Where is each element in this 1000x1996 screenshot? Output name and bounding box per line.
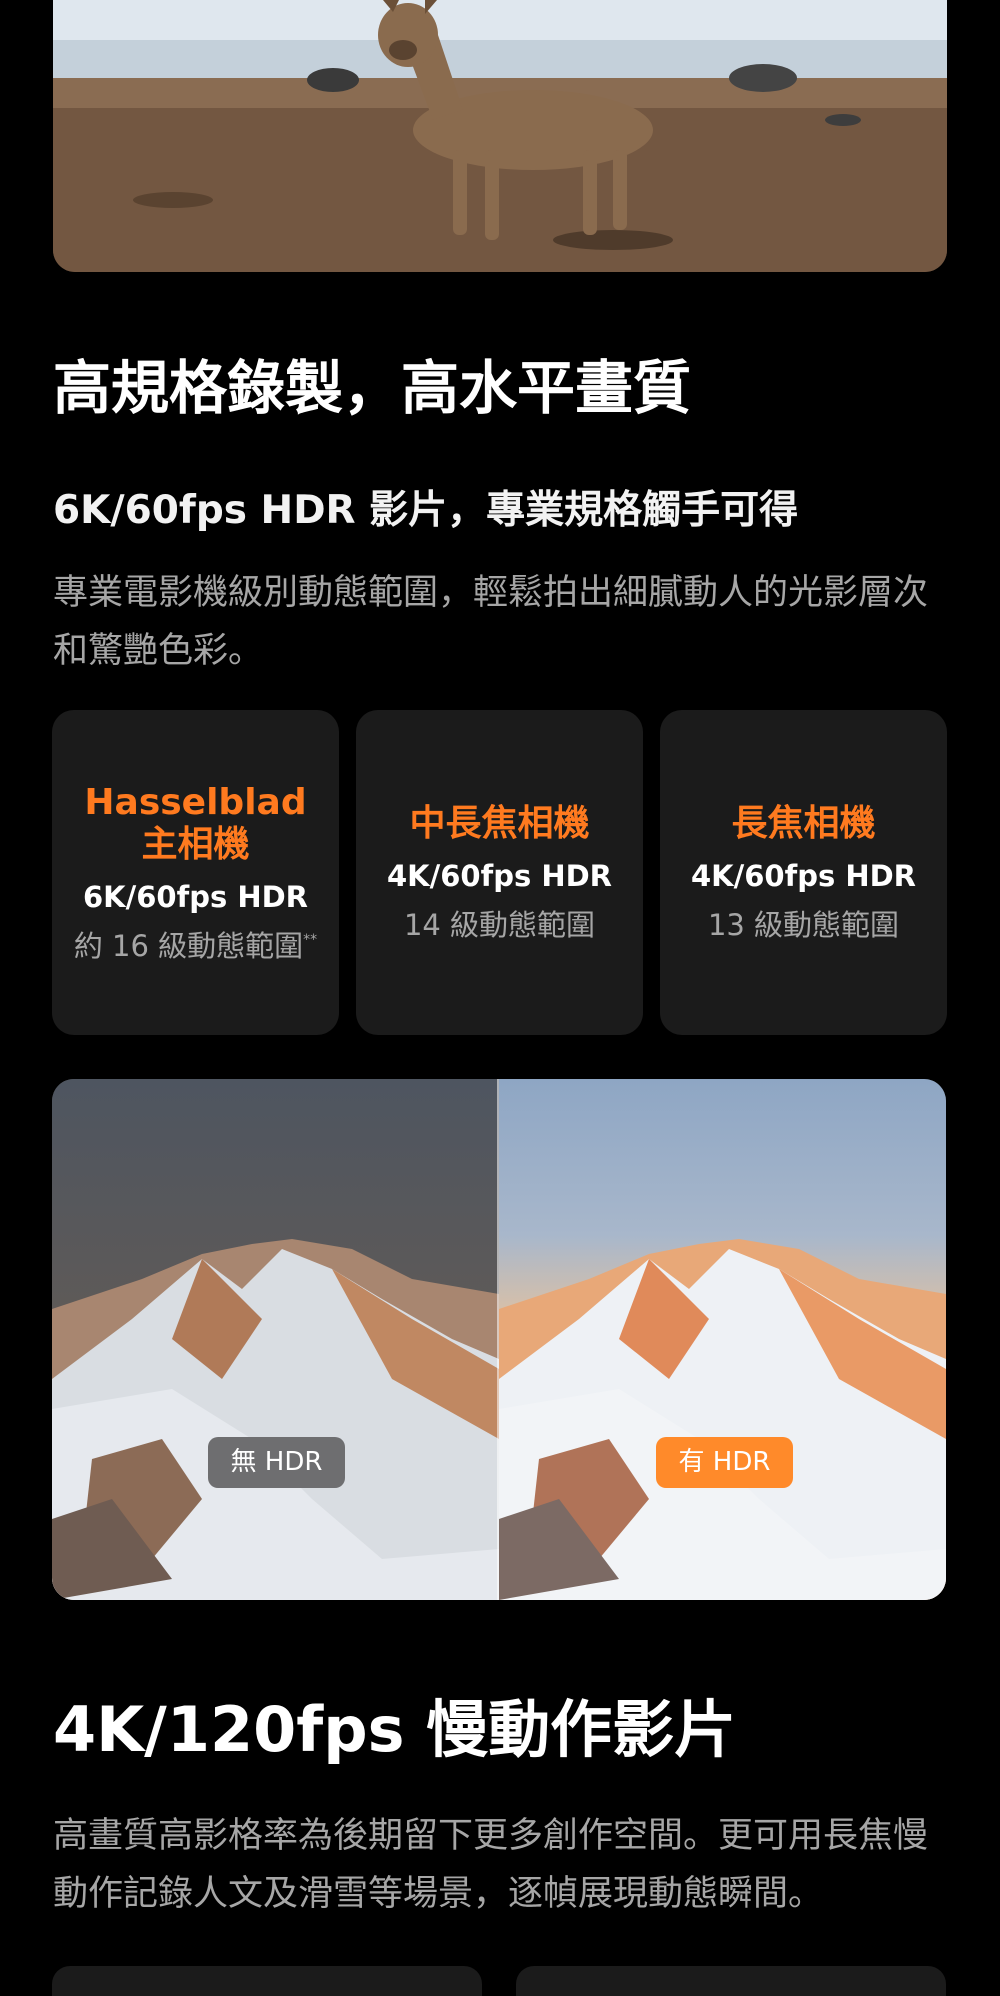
camera-card-name: Hasselblad 主相機 [84,781,307,865]
camera-card-name: 中長焦相機 [409,802,590,844]
mountain-photo-hdr [499,1079,946,1600]
hdr-off-label: 無 HDR [208,1437,345,1488]
section-title-hdr: 高規格錄製，高水平畫質 [53,354,692,422]
section-description-slowmo: 高畫質高影格率為後期留下更多創作空間。更可用長焦慢動作記錄人文及滑雪等場景，逐幀… [53,1816,929,1914]
camera-card-range: 約 16 級動態範圍** [74,928,317,964]
comparison-slider-divider[interactable] [497,1079,499,1600]
camera-card-name: 長焦相機 [731,802,876,844]
media-card [52,1966,482,1996]
antelope-photo [53,0,947,272]
hdr-on-label: 有 HDR [656,1437,793,1488]
camera-card-range: 14 級動態範圍 [403,907,596,942]
footnote-marker: ** [303,931,318,948]
camera-card-range: 13 級動態範圍 [707,907,900,942]
camera-card-spec: 4K/60fps HDR [690,858,916,893]
media-card [516,1966,946,1996]
section-description-hdr: 專業電影機級別動態範圍，輕鬆拍出細膩動人的光影層次和驚艷色彩。 [53,573,929,671]
camera-card-range-text: 約 16 級動態範圍 [73,928,304,963]
camera-card-spec: 4K/60fps HDR [386,858,612,893]
section-subtitle-hdr: 6K/60fps HDR 影片，專業規格觸手可得 [53,488,799,533]
mountain-photo-no-hdr [52,1079,499,1600]
camera-card-main: Hasselblad 主相機 6K/60fps HDR 約 16 級動態範圍** [52,710,339,1035]
camera-card-tele: 長焦相機 4K/60fps HDR 13 級動態範圍 [660,710,947,1035]
camera-card-medium-tele: 中長焦相機 4K/60fps HDR 14 級動態範圍 [356,710,643,1035]
camera-card-spec: 6K/60fps HDR [82,879,308,914]
section-title-slowmo: 4K/120fps 慢動作影片 [53,1693,737,1766]
hdr-comparison-image[interactable] [52,1079,946,1600]
